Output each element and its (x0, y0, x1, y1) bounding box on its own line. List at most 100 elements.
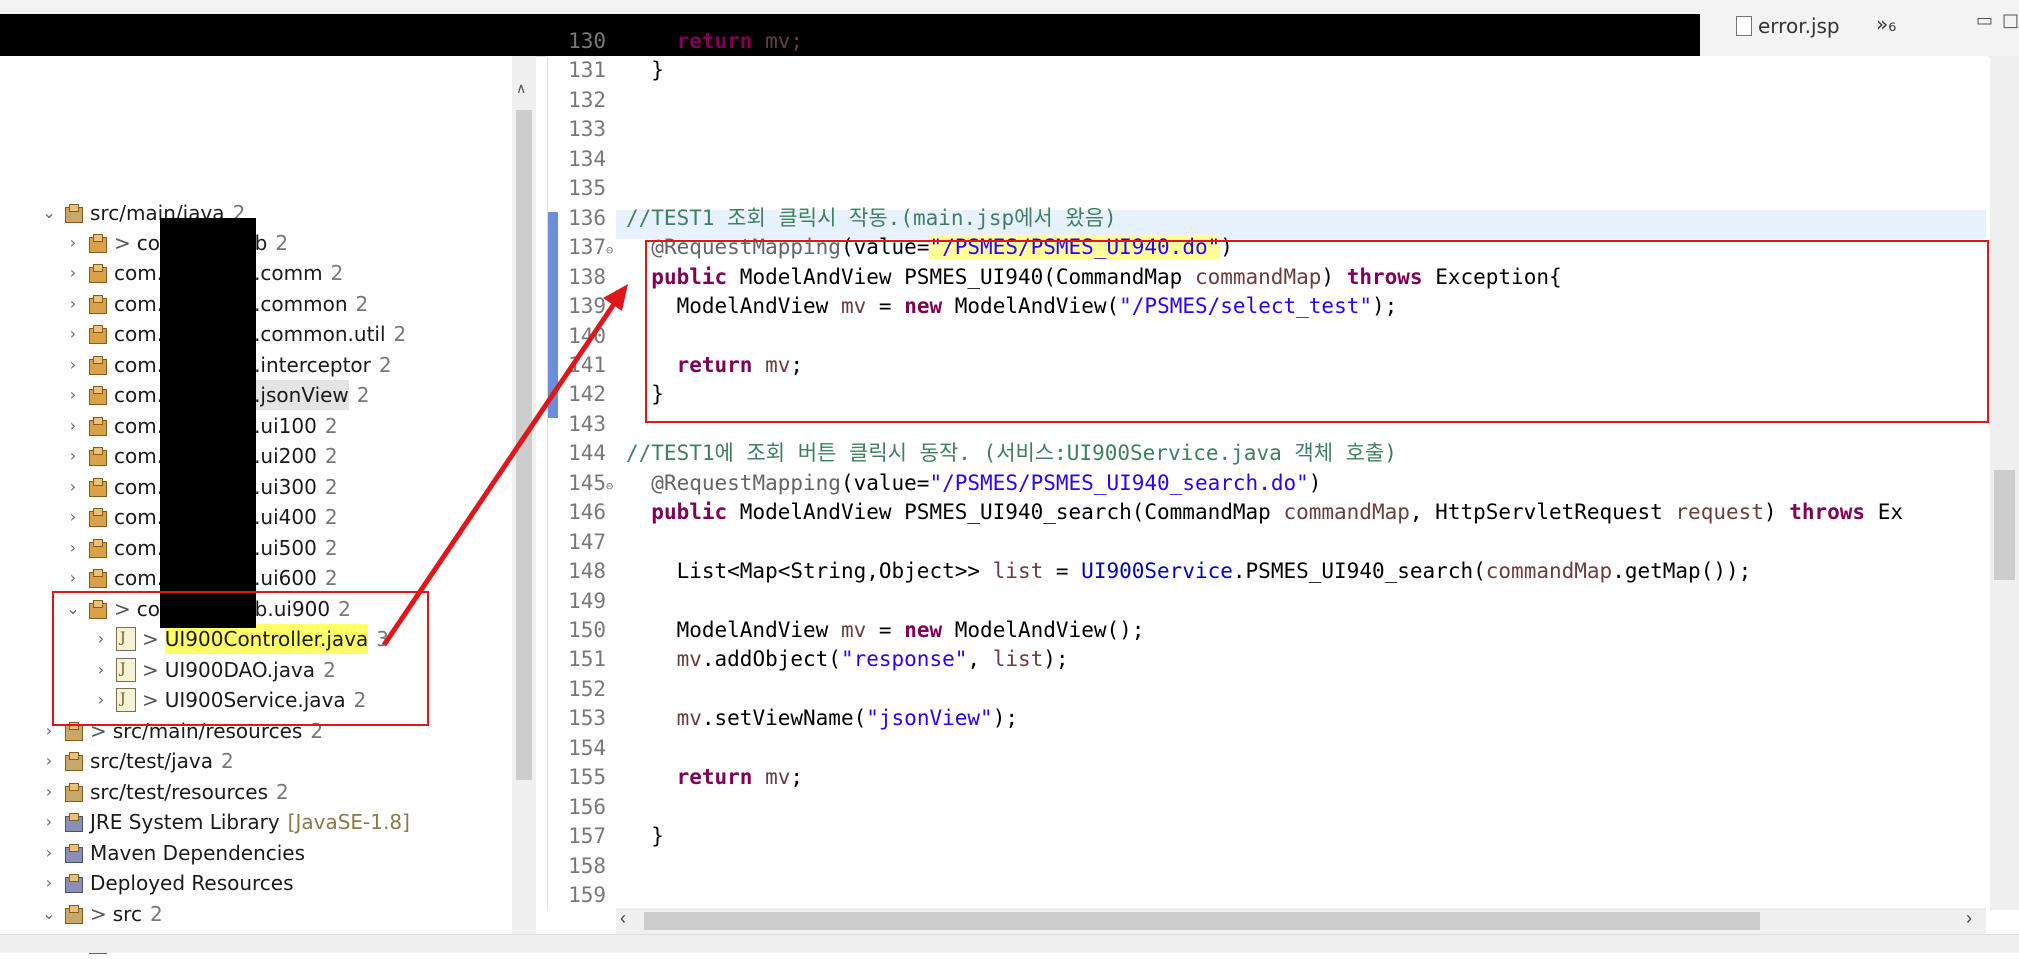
line-number: 133 (568, 117, 606, 142)
expand-chevron-icon[interactable]: › (40, 838, 58, 868)
code-line[interactable]: 130 return mv; (556, 27, 803, 56)
code-token: .getMap()); (1612, 559, 1752, 584)
scroll-up-icon[interactable]: ∧ (516, 80, 526, 97)
minimize-icon[interactable]: ▭ (1976, 10, 1993, 31)
line-number: 151 (568, 647, 606, 672)
code-token: return (676, 29, 753, 53)
line-number: 147 (568, 529, 606, 554)
code-line[interactable]: 151 mv.addObject("response", list); (556, 645, 1069, 674)
line-number: 156 (568, 794, 606, 819)
revision-count: 2 (355, 292, 369, 316)
code-line[interactable]: 155 return mv; (556, 763, 803, 792)
tab-error-jsp[interactable]: error.jsp (1736, 14, 1840, 38)
code-token: , HttpServletRequest (1409, 500, 1676, 525)
revision-count: 2 (393, 322, 407, 346)
code-text: @RequestMapping(value="/PSMES/PSMES_UI94… (626, 469, 1321, 498)
code-token: throws (1789, 500, 1866, 525)
code-line[interactable]: 135 (556, 174, 626, 203)
expand-chevron-icon[interactable]: › (64, 502, 82, 532)
tree-item[interactable]: › Maven Dependencies (40, 838, 305, 868)
expand-chevron-icon[interactable]: › (64, 380, 82, 410)
code-line[interactable]: 154 (556, 734, 626, 763)
code-line[interactable]: 156 (556, 793, 626, 822)
code-line[interactable]: 159 (556, 881, 626, 910)
tree-item-label: com. (114, 383, 164, 407)
gutter-divider (547, 56, 548, 910)
code-line[interactable]: 134 (556, 145, 626, 174)
expand-chevron-icon[interactable]: › (64, 258, 82, 288)
code-text: return mv; (626, 763, 803, 792)
code-token: ModelAndView(); (942, 618, 1145, 642)
code-token: //TEST1에 조회 버튼 클릭시 동작. (서비스:UI900Service… (626, 441, 1397, 466)
code-token: .setViewName( (701, 706, 867, 731)
jsp-file-icon (1736, 16, 1752, 36)
code-token: Ex (1865, 500, 1904, 525)
code-token: ) (1308, 470, 1322, 495)
revision-count: 2 (330, 261, 344, 285)
collapse-chevron-icon[interactable]: ⌄ (40, 198, 58, 228)
collapse-chevron-icon[interactable]: ⌄ (40, 899, 58, 929)
code-line[interactable]: 136 //TEST1 조회 클릭시 작동.(main.jsp에서 왔음) (556, 204, 1117, 233)
code-line[interactable]: 152 (556, 675, 626, 704)
code-line[interactable]: 133 (556, 115, 626, 144)
library-icon (64, 843, 84, 863)
code-line[interactable]: 158 (556, 852, 626, 881)
tree-item[interactable]: › JRE System Library [JavaSE-1.8] (40, 807, 410, 837)
tree-item[interactable]: › Deployed Resources (40, 868, 294, 898)
code-line[interactable]: 149 (556, 587, 626, 616)
expand-chevron-icon[interactable]: › (64, 472, 82, 502)
code-line[interactable]: 145⊖ @RequestMapping(value="/PSMES/PSMES… (556, 469, 1321, 498)
tree-item[interactable]: ⌄ > src 2 (40, 899, 162, 929)
code-token: list (992, 559, 1044, 584)
scroll-left-icon[interactable]: ‹ (620, 908, 626, 929)
tree-item-label: Maven Dependencies (90, 841, 306, 865)
code-line[interactable]: 144 //TEST1에 조회 버튼 클릭시 동작. (서비스:UI900Serv… (556, 439, 1397, 468)
expand-chevron-icon[interactable]: › (64, 441, 82, 471)
fold-toggle-icon[interactable]: ⊖ (606, 236, 626, 265)
expand-chevron-icon[interactable]: › (64, 228, 82, 258)
fold-toggle-icon[interactable]: ⊖ (606, 472, 626, 501)
source-folder-icon (64, 203, 84, 223)
expand-chevron-icon[interactable]: › (64, 563, 82, 593)
tree-item[interactable]: › src/test/java 2 (40, 746, 234, 776)
tab-overflow-button[interactable]: »₆ (1876, 12, 1896, 36)
revision-count: 2 (356, 383, 370, 407)
revision-count: 2 (324, 505, 338, 529)
code-token: } (651, 58, 664, 83)
line-number: 159 (568, 883, 606, 908)
expand-chevron-icon[interactable]: › (40, 807, 58, 837)
expand-chevron-icon[interactable]: › (64, 411, 82, 441)
code-token: "/PSMES/PSMES_UI940_search.do" (929, 470, 1309, 495)
code-line[interactable]: 143 (556, 410, 626, 439)
code-line[interactable]: 157 } (556, 822, 664, 851)
code-line[interactable]: 132 (556, 86, 626, 115)
scroll-right-icon[interactable]: › (1966, 908, 1972, 929)
expand-chevron-icon[interactable]: › (64, 533, 82, 563)
expand-chevron-icon[interactable]: › (64, 319, 82, 349)
code-line[interactable]: 153 mv.setViewName("jsonView"); (556, 704, 1018, 733)
redaction-column (160, 218, 256, 628)
code-line[interactable]: 150 ModelAndView mv = new ModelAndView()… (556, 616, 1144, 645)
tree-item-label: com. (114, 475, 164, 499)
code-token: ) (1763, 500, 1790, 525)
code-token: list (992, 647, 1044, 672)
code-line[interactable]: 131 } (556, 56, 664, 85)
maximize-icon[interactable]: □ (2002, 10, 2019, 31)
code-line[interactable]: 146 public ModelAndView PSMES_UI940_sear… (556, 498, 1903, 527)
expand-chevron-icon[interactable]: › (40, 777, 58, 807)
expand-chevron-icon[interactable]: › (40, 868, 58, 898)
code-token: new (904, 618, 943, 642)
expand-chevron-icon[interactable]: › (40, 746, 58, 776)
code-line[interactable]: 148 List<Map<String,Object>> list = UI90… (556, 557, 1751, 586)
tree-item-label: com. (114, 566, 164, 590)
expand-chevron-icon[interactable]: › (64, 289, 82, 319)
code-line[interactable]: 147 (556, 528, 626, 557)
explorer-scrollbar-thumb[interactable] (516, 110, 532, 780)
expand-chevron-icon[interactable]: › (64, 350, 82, 380)
code-line[interactable]: 140 (556, 322, 626, 351)
tree-item[interactable]: › src/test/resources 2 (40, 777, 289, 807)
vertical-scrollbar-thumb[interactable] (1994, 470, 2015, 580)
horizontal-scrollbar-thumb[interactable] (644, 912, 1760, 930)
code-token: mv (752, 765, 791, 790)
line-number: 135 (568, 176, 606, 201)
